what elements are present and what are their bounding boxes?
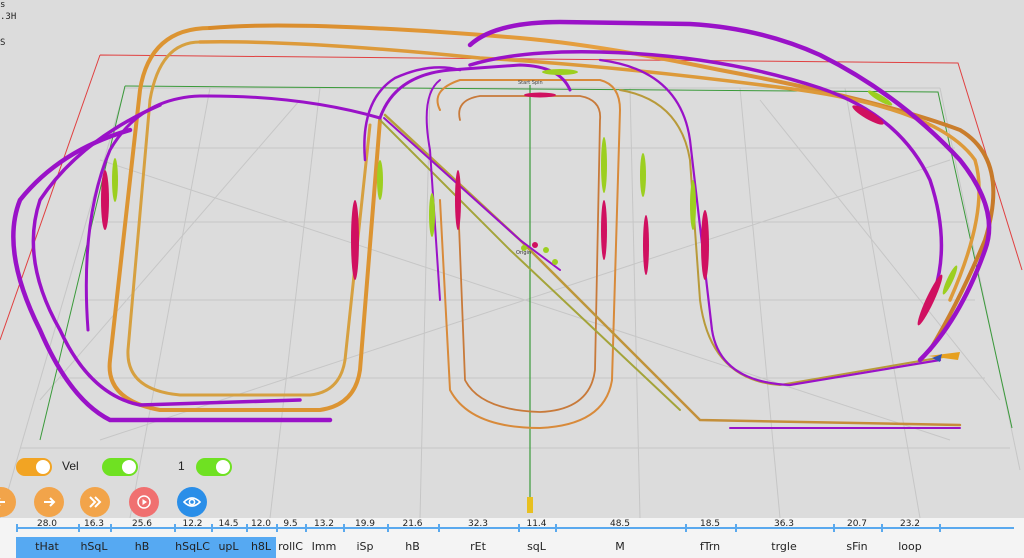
segment-tick [939,524,941,532]
timeline-segment[interactable]: 12.0 h8L [246,518,276,558]
segment-label: sFin [846,540,868,553]
trail-toggle[interactable] [16,458,52,476]
segment-label: fTrn [699,540,721,553]
play-icon [137,495,151,509]
toggle-knob [122,460,136,474]
axis-origin-marker [527,497,533,513]
segment-label: Imm [311,540,337,553]
speed-toggle-label: 1 [178,459,185,473]
velocity-toggle-label: Vel [62,459,79,473]
segment-label: loop [898,540,922,553]
segment-duration: 9.5 [283,519,298,529]
hud-line-1: s [0,0,6,10]
segment-label: hSqL [80,540,108,553]
timeline-segment[interactable]: 9.5 rollC [276,518,305,558]
origin-label: Origin [516,250,531,256]
segment-duration: 16.3 [83,519,105,529]
segment-label: trgle [771,540,797,553]
forward-button[interactable] [34,487,64,517]
ground-grid [0,87,1021,518]
timeline-segment[interactable]: 14.5 upL [211,518,246,558]
eye-icon [183,497,201,507]
segment-duration: 11.4 [526,519,547,529]
timeline-segment[interactable]: 21.6 hB [387,518,438,558]
timeline-segment[interactable]: 20.7 sFin [833,518,881,558]
segment-label: M [615,540,625,553]
segment-duration: 25.6 [131,519,153,529]
double-chevron-right-icon [89,496,102,508]
segment-label: iSp [356,540,374,553]
timeline-segment[interactable]: 23.2 loop [881,518,939,558]
toggle-knob [36,460,50,474]
segment-duration: 14.5 [218,519,239,529]
speed-toggle[interactable] [196,458,232,476]
segment-duration: 18.5 [699,519,721,529]
segment-label: upL [218,540,239,553]
flight-path-scene[interactable]: Origin Start Spin [0,0,1024,518]
segment-duration: 12.2 [182,519,203,529]
boundary-inner [39,85,1013,441]
timeline-segment[interactable]: 19.9 iSp [343,518,387,558]
path-purple-left-inner [31,103,302,407]
segment-duration: 36.3 [773,519,795,529]
timeline-segment[interactable]: 11.4 sqL [518,518,555,558]
arrow-left-icon [0,498,5,506]
hud-line-3: S [0,38,6,48]
segment-duration: 13.2 [313,519,335,529]
play-button[interactable] [129,487,159,517]
view-button[interactable] [177,487,207,517]
timeline-segment[interactable]: 16.3 hSqL [78,518,110,558]
timeline-segment[interactable]: 48.5 M [555,518,685,558]
segment-duration: 20.7 [846,519,868,529]
segment-duration: 21.6 [402,519,423,529]
boundary-outer [0,54,1023,341]
segment-label: hB [134,540,150,553]
segment-label: hB [405,540,420,553]
velocity-toggle[interactable] [102,458,138,476]
segment-duration: 48.5 [609,519,631,529]
segment-duration: 32.3 [467,519,489,529]
timeline-segment[interactable]: 25.6 hB [110,518,174,558]
segment-label: h8L [250,540,272,553]
maneuver-timeline[interactable]: 28.0 tHat 16.3 hSqL 25.6 hB 12.2 hSqLC 14.5 upL 12… [0,518,1024,558]
path-orange-left-outer [107,26,382,412]
segment-duration: 19.9 [354,519,376,529]
hud-line-2: .3H [0,12,17,22]
timeline-segment[interactable]: 28.0 tHat [16,518,78,558]
toggle-knob [216,460,230,474]
timeline-segment[interactable]: 13.2 Imm [305,518,343,558]
3d-viewport[interactable]: Origin Start Spin [0,0,1024,518]
segment-label: rollC [278,540,303,553]
timeline-segment[interactable]: 36.3 trgle [735,518,833,558]
segment-duration: 23.2 [899,519,921,529]
segment-label: hSqLC [175,540,210,553]
segment-duration: 28.0 [36,519,58,529]
path-orange-top [208,23,996,352]
arrow-right-icon [44,497,56,507]
timeline-segment[interactable]: 18.5 fTrn [685,518,735,558]
segment-label: rEt [470,540,486,553]
fast-forward-button[interactable] [80,487,110,517]
segment-label: tHat [35,540,59,553]
timeline-segment[interactable]: 12.2 hSqLC [174,518,211,558]
segment-duration: 12.0 [250,519,272,529]
start-label: Start Spin [518,80,543,86]
segment-label: sqL [527,540,546,553]
timeline-segment[interactable]: 32.3 rEt [438,518,518,558]
path-orange-left-inner [126,40,372,397]
path-purple-center-left [425,79,441,301]
